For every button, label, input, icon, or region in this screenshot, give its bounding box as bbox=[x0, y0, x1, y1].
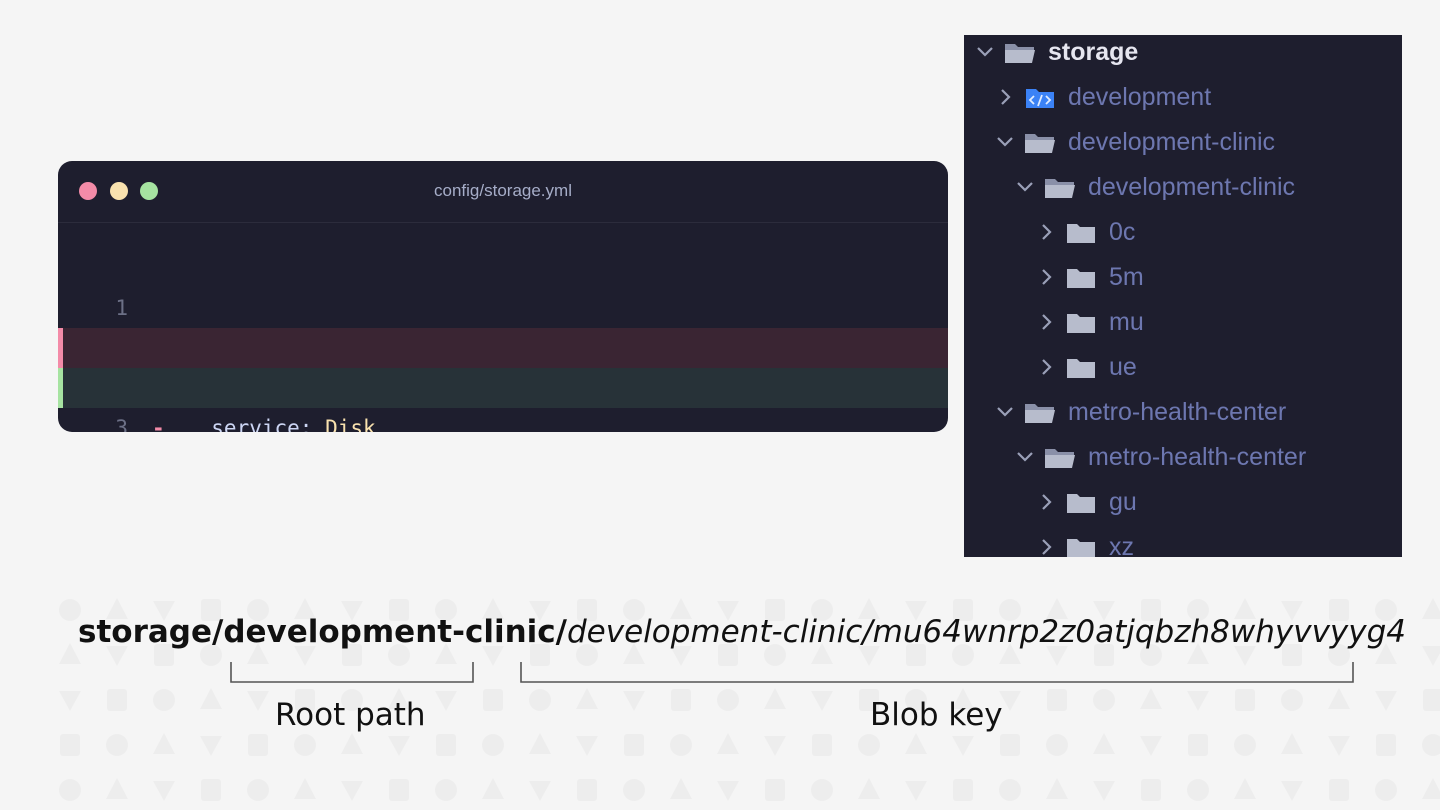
chevron-right-icon[interactable] bbox=[1035, 491, 1057, 513]
tree-item[interactable]: mu bbox=[1035, 300, 1144, 344]
tree-item[interactable]: development-clinic bbox=[994, 120, 1275, 164]
chevron-down-icon[interactable] bbox=[1014, 446, 1036, 468]
chevron-down-icon[interactable] bbox=[994, 131, 1016, 153]
blob-key-bracket bbox=[520, 662, 1354, 683]
path-root-part: storage/development-clinic/ bbox=[78, 614, 567, 650]
chevron-right-icon[interactable] bbox=[1035, 536, 1057, 557]
tree-item-label: 5m bbox=[1109, 263, 1144, 291]
tree-item[interactable]: 5m bbox=[1035, 255, 1144, 299]
code-line-removed: - root: <%= Rails.root.join("storage") %… bbox=[58, 328, 948, 432]
diff-sign-removed: - bbox=[152, 416, 165, 432]
tree-item[interactable]: development bbox=[994, 75, 1211, 119]
code-text: service: bbox=[186, 416, 326, 432]
code-folder-icon bbox=[1026, 89, 1054, 108]
window-titlebar: config/storage.yml bbox=[58, 161, 948, 223]
chevron-right-icon[interactable] bbox=[1035, 311, 1057, 333]
blob-key-label: Blob key bbox=[870, 697, 1003, 733]
tree-item[interactable]: storage bbox=[974, 35, 1138, 74]
folder-icon bbox=[1067, 224, 1095, 243]
code-value: Disk bbox=[325, 416, 376, 432]
line-number: 3 bbox=[115, 416, 128, 432]
tree-item-label: metro-health-center bbox=[1088, 443, 1307, 471]
folder-icon bbox=[1067, 494, 1095, 513]
folder-open-icon bbox=[1005, 44, 1035, 63]
chevron-right-icon[interactable] bbox=[994, 86, 1016, 108]
path-blob-part: development-clinic/mu64wnrp2z0atjqbzh8wh… bbox=[566, 614, 1407, 650]
window-filename: config/storage.yml bbox=[434, 181, 572, 200]
folder-icon bbox=[1067, 314, 1095, 333]
tree-item-label: mu bbox=[1109, 308, 1144, 336]
tree-item-label: metro-health-center bbox=[1068, 398, 1287, 426]
tree-item-label: development-clinic bbox=[1088, 173, 1296, 201]
code-line-added: 3 + root: <%= Rails.root.join("storage/%… bbox=[58, 368, 948, 432]
tree-item-label: development-clinic bbox=[1068, 128, 1276, 156]
tree-item-label: xz bbox=[1109, 533, 1134, 557]
root-path-bracket bbox=[230, 662, 474, 683]
file-tree: storage development development-clinic d… bbox=[964, 35, 1402, 557]
tree-item-label: storage bbox=[1048, 38, 1139, 66]
code-block: 1 local: 2 service: Disk - root: <%= Rai… bbox=[58, 248, 948, 432]
tree-item[interactable]: 0c bbox=[1035, 210, 1135, 254]
folder-open-icon bbox=[1025, 134, 1055, 153]
chevron-right-icon[interactable] bbox=[1035, 221, 1057, 243]
chevron-down-icon[interactable] bbox=[1014, 176, 1036, 198]
chevron-down-icon[interactable] bbox=[974, 41, 996, 63]
tree-item[interactable]: metro-health-center bbox=[994, 390, 1286, 434]
tree-item-label: development bbox=[1068, 83, 1212, 111]
code-window: config/storage.yml 1 local: 2 service: D… bbox=[58, 161, 948, 432]
chevron-down-icon[interactable] bbox=[994, 401, 1016, 423]
folder-open-icon bbox=[1045, 179, 1075, 198]
tree-item[interactable]: xz bbox=[1035, 525, 1134, 557]
tree-item[interactable]: gu bbox=[1035, 480, 1137, 524]
folder-icon bbox=[1067, 359, 1095, 378]
tree-item-label: 0c bbox=[1109, 218, 1136, 246]
tree-item-label: gu bbox=[1109, 488, 1137, 516]
tree-item[interactable]: metro-health-center bbox=[1014, 435, 1306, 479]
tree-item-label: ue bbox=[1109, 353, 1137, 381]
folder-icon bbox=[1067, 269, 1095, 288]
tree-item[interactable]: development-clinic bbox=[1014, 165, 1295, 209]
folder-open-icon bbox=[1025, 404, 1055, 423]
chevron-right-icon[interactable] bbox=[1035, 266, 1057, 288]
tree-item[interactable]: ue bbox=[1035, 345, 1137, 389]
code-line-1: 1 local: bbox=[58, 248, 948, 400]
root-path-label: Root path bbox=[275, 697, 426, 733]
storage-path: storage/development-clinic/development-c… bbox=[78, 614, 1406, 650]
folder-open-icon bbox=[1045, 449, 1075, 468]
chevron-right-icon[interactable] bbox=[1035, 356, 1057, 378]
folder-icon bbox=[1067, 539, 1095, 557]
code-line-2: 2 service: Disk bbox=[58, 288, 948, 432]
